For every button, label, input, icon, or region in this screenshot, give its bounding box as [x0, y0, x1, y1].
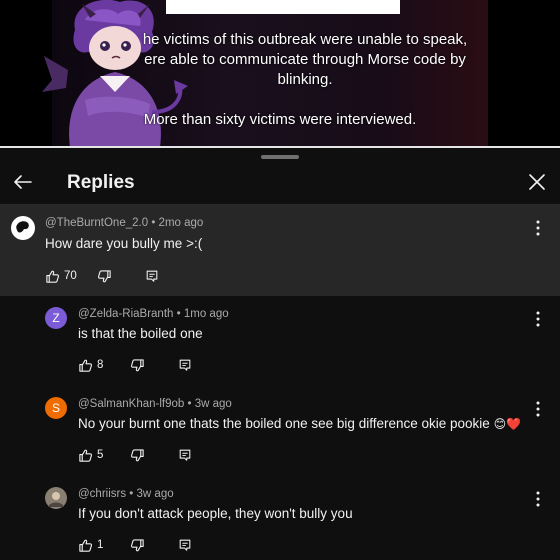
- reply-author-meta[interactable]: @SalmanKhan-lf9ob • 3w ago: [78, 398, 232, 410]
- reply-actions: 1: [78, 536, 198, 554]
- reply-emoji: 😊❤️: [493, 417, 522, 431]
- like-button[interactable]: 5: [78, 446, 103, 464]
- reply-text-line: No your burnt one thats the boiled one s…: [78, 416, 521, 431]
- meta-separator: •: [176, 308, 184, 320]
- reply-actions: 8: [78, 356, 198, 374]
- video-caption-line-1: he victims of this outbreak were unable …: [142, 31, 468, 48]
- close-button[interactable]: [524, 169, 550, 195]
- reply-author[interactable]: @SalmanKhan-lf9ob: [78, 398, 184, 410]
- thumbs-up-icon: [79, 539, 93, 552]
- replies-header: Replies: [0, 163, 560, 203]
- like-button[interactable]: 70: [45, 267, 77, 285]
- like-button[interactable]: 8: [78, 356, 103, 374]
- reply-actions: 5: [78, 446, 198, 464]
- dislike-button[interactable]: [130, 536, 145, 554]
- dislike-button[interactable]: [130, 356, 145, 374]
- reply-button[interactable]: [178, 356, 192, 374]
- comment-author[interactable]: @TheBurntOne_2.0: [45, 217, 148, 229]
- thumbs-down-icon: [130, 538, 144, 551]
- main-comment: @TheBurntOne_2.0 • 2mo ago How dare you …: [0, 205, 560, 296]
- reply-text: No your burnt one thats the boiled one s…: [78, 416, 490, 431]
- reply-age: 3w ago: [136, 488, 174, 500]
- page-title: Replies: [67, 172, 135, 193]
- reply-text: is that the boiled one: [78, 326, 203, 341]
- thumbs-down-icon: [130, 448, 144, 461]
- reply-item: S @SalmanKhan-lf9ob • 3w ago No your bur…: [0, 386, 560, 476]
- reply-age: 3w ago: [194, 398, 232, 410]
- like-count: 1: [97, 539, 104, 551]
- more-options-icon[interactable]: [533, 219, 543, 237]
- reply-age: 1mo ago: [183, 308, 229, 320]
- arrow-left-icon: [14, 175, 32, 189]
- reply-button[interactable]: [178, 446, 192, 464]
- comment-actions: 70: [45, 267, 165, 285]
- video-caption-line-3: blinking.: [277, 71, 333, 88]
- meta-separator: •: [151, 217, 159, 229]
- reply-author-meta[interactable]: @chriisrs • 3w ago: [78, 488, 174, 500]
- thumbs-down-icon: [130, 358, 144, 371]
- thumbs-up-icon: [46, 270, 60, 283]
- reply-author-meta[interactable]: @Zelda-RiaBranth • 1mo ago: [78, 308, 229, 320]
- reply-item: Z @Zelda-RiaBranth • 1mo ago is that the…: [0, 296, 560, 386]
- reply-icon: [179, 449, 191, 461]
- video-caption-line-2: ere able to communicate through Morse co…: [144, 51, 466, 68]
- avatar[interactable]: [11, 216, 35, 240]
- thumbs-up-icon: [79, 449, 93, 462]
- reply-button[interactable]: [178, 536, 192, 554]
- dislike-button[interactable]: [130, 446, 145, 464]
- meta-separator: •: [187, 398, 195, 410]
- more-options-icon[interactable]: [533, 490, 543, 508]
- dislike-button[interactable]: [97, 267, 112, 285]
- video-player[interactable]: he victims of this outbreak were unable …: [0, 0, 560, 147]
- comment-author-meta[interactable]: @TheBurntOne_2.0 • 2mo ago: [45, 217, 203, 229]
- reply-text: If you don't attack people, they won't b…: [78, 506, 353, 521]
- like-count: 70: [64, 270, 77, 282]
- avatar[interactable]: S: [45, 397, 67, 419]
- like-count: 8: [97, 359, 104, 371]
- video-caption-line-4: More than sixty victims were interviewed…: [143, 111, 417, 128]
- comment-age: 2mo ago: [158, 217, 204, 229]
- replies-sheet: Replies @TheBurntOne_2.0 • 2mo ago How d…: [0, 149, 560, 560]
- thumbs-up-icon: [79, 359, 93, 372]
- drag-handle[interactable]: [261, 155, 299, 159]
- reply-icon: [179, 539, 191, 551]
- reply-button[interactable]: [145, 267, 159, 285]
- video-white-box: [166, 0, 400, 14]
- meta-separator: •: [129, 488, 137, 500]
- thumbs-down-icon: [97, 269, 111, 282]
- avatar[interactable]: Z: [45, 307, 67, 329]
- like-button[interactable]: 1: [78, 536, 103, 554]
- comment-text: How dare you bully me >:(: [45, 236, 203, 251]
- reply-author[interactable]: @Zelda-RiaBranth: [78, 308, 173, 320]
- avatar[interactable]: [45, 487, 67, 509]
- like-count: 5: [97, 449, 104, 461]
- reply-icon: [179, 359, 191, 371]
- reply-author[interactable]: @chriisrs: [78, 488, 126, 500]
- close-icon: [529, 174, 545, 190]
- reply-item: @chriisrs • 3w ago If you don't attack p…: [0, 476, 560, 560]
- video-progress-bar[interactable]: [0, 146, 560, 148]
- more-options-icon[interactable]: [533, 310, 543, 328]
- back-button[interactable]: [10, 169, 36, 195]
- more-options-icon[interactable]: [533, 400, 543, 418]
- reply-icon: [146, 270, 158, 282]
